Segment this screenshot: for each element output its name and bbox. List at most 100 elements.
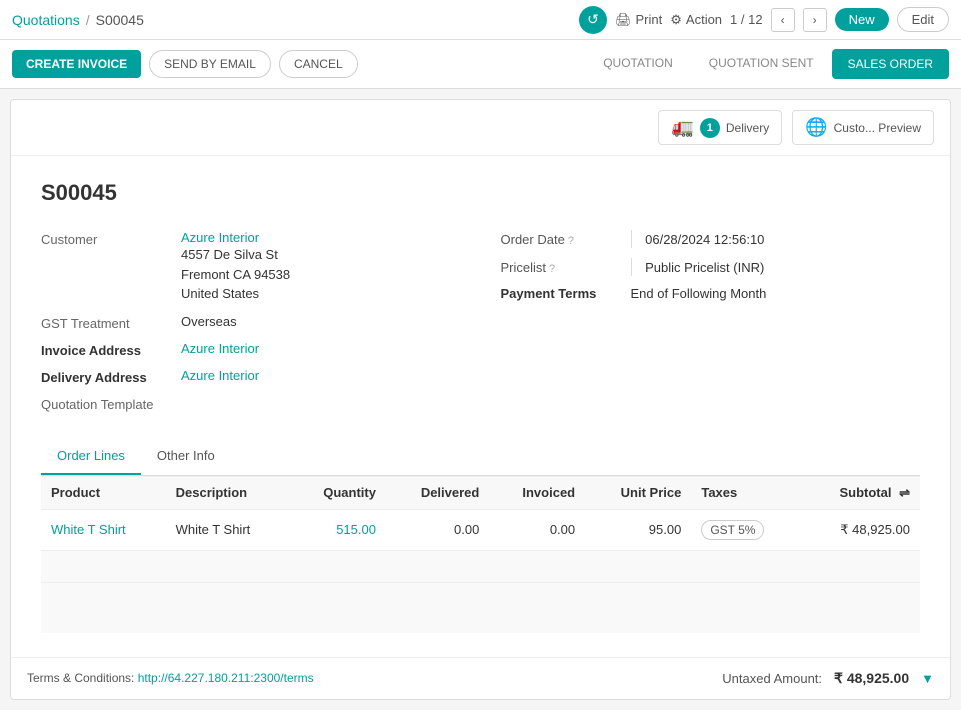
payment-terms-row: Payment Terms End of Following Month (501, 286, 921, 301)
tab-sales-order[interactable]: SALES ORDER (832, 49, 949, 79)
document-card: 🚛 1 Delivery 🌐 Custo... Preview S00045 C… (10, 99, 951, 700)
delivery-count: 1 (700, 118, 720, 138)
terms-label: Terms & Conditions: (27, 671, 134, 685)
tab-quotation-sent[interactable]: QUOTATION SENT (691, 48, 832, 80)
document-title: S00045 (41, 180, 920, 206)
delivered-cell: 0.00 (386, 509, 489, 550)
unit-price-cell: 95.00 (585, 509, 691, 550)
right-fields: Order Date? 06/28/2024 12:56:10 Pricelis… (481, 230, 921, 422)
delivery-icon: 🚛 (671, 117, 693, 138)
product-cell[interactable]: White T Shirt (41, 509, 166, 550)
order-date-value: 06/28/2024 12:56:10 (645, 232, 764, 247)
payment-terms-label: Payment Terms (501, 286, 621, 301)
taxes-cell: GST 5% (691, 509, 800, 550)
col-subtotal: Subtotal ⇌ (801, 476, 920, 509)
nav-counter: 1 / 12 (730, 12, 763, 27)
pricelist-help-icon: ? (549, 263, 555, 275)
col-product: Product (41, 476, 166, 509)
nav-prev-button[interactable]: ‹ (771, 8, 795, 32)
tabs: Order Lines Other Info (41, 438, 920, 476)
settings-icon[interactable]: ⇌ (899, 485, 910, 500)
col-description: Description (166, 476, 291, 509)
customer-label: Customer (41, 230, 181, 247)
terms-text: Terms & Conditions: http://64.227.180.21… (27, 671, 314, 685)
breadcrumb-separator: / (86, 12, 90, 28)
main-content: 🚛 1 Delivery 🌐 Custo... Preview S00045 C… (0, 89, 961, 710)
preview-label: Custo... Preview (834, 121, 921, 135)
table-row: White T Shirt White T Shirt 515.00 0.00 … (41, 509, 920, 550)
breadcrumb: Quotations / S00045 (12, 12, 569, 28)
col-quantity: Quantity (290, 476, 386, 509)
address-line1: 4557 De Silva St (181, 245, 290, 265)
untaxed-amount-value: ₹ 48,925.00 (834, 670, 909, 687)
delivery-smart-button[interactable]: 🚛 1 Delivery (658, 110, 782, 145)
subtotal-cell: ₹ 48,925.00 (801, 509, 920, 550)
pricelist-row: Pricelist? Public Pricelist (INR) (501, 258, 921, 276)
col-unit-price: Unit Price (585, 476, 691, 509)
order-lines: Product Description Quantity Delivered I… (41, 476, 920, 583)
create-invoice-button[interactable]: CREATE INVOICE (12, 50, 141, 78)
pricelist-label: Pricelist? (501, 260, 621, 275)
payment-terms-value: End of Following Month (631, 286, 767, 301)
send-by-email-button[interactable]: SEND BY EMAIL (149, 50, 271, 78)
order-date-help-icon: ? (568, 235, 574, 247)
fields-grid: Customer Azure Interior 4557 De Silva St… (41, 230, 920, 422)
delivery-address-label: Delivery Address (41, 368, 181, 385)
col-invoiced: Invoiced (489, 476, 585, 509)
nav-next-button[interactable]: › (803, 8, 827, 32)
gst-value: Overseas (181, 314, 237, 329)
customer-name[interactable]: Azure Interior (181, 230, 290, 245)
invoice-address-label: Invoice Address (41, 341, 181, 358)
invoice-address-value[interactable]: Azure Interior (181, 341, 259, 356)
invoiced-cell: 0.00 (489, 509, 585, 550)
totals-section: Untaxed Amount: ₹ 48,925.00 ▼ (722, 670, 934, 687)
order-date-label: Order Date? (501, 232, 621, 247)
empty-area (41, 583, 920, 633)
breadcrumb-parent[interactable]: Quotations (12, 12, 80, 28)
quotation-template-field-row: Quotation Template (41, 395, 481, 412)
gear-icon: ⚙ (670, 12, 682, 28)
cancel-button[interactable]: CANCEL (279, 50, 358, 78)
new-button[interactable]: New (835, 8, 889, 31)
printer-icon: 🖨 (615, 12, 632, 28)
order-date-row: Order Date? 06/28/2024 12:56:10 (501, 230, 921, 248)
preview-smart-button[interactable]: 🌐 Custo... Preview (792, 110, 934, 145)
tab-quotation[interactable]: QUOTATION (585, 48, 691, 80)
quantity-cell[interactable]: 515.00 (290, 509, 386, 550)
expand-icon[interactable]: ▼ (921, 671, 934, 686)
customer-field-row: Customer Azure Interior 4557 De Silva St… (41, 230, 481, 304)
terms-link[interactable]: http://64.227.180.211:2300/terms (138, 671, 314, 685)
gst-label: GST Treatment (41, 314, 181, 331)
col-delivered: Delivered (386, 476, 489, 509)
footer-row: Terms & Conditions: http://64.227.180.21… (11, 657, 950, 699)
order-lines-table: Product Description Quantity Delivered I… (41, 476, 920, 633)
customer-address: 4557 De Silva St Fremont CA 94538 United… (181, 245, 290, 304)
customer-value: Azure Interior 4557 De Silva St Fremont … (181, 230, 290, 304)
top-bar-actions: ↺ 🖨 Print ⚙ Action 1 / 12 ‹ › New Edit (579, 6, 949, 34)
untaxed-amount-label: Untaxed Amount: (722, 671, 822, 686)
delivery-address-value[interactable]: Azure Interior (181, 368, 259, 383)
address-line3: United States (181, 284, 290, 304)
empty-row-1 (41, 550, 920, 582)
print-button[interactable]: 🖨 Print (615, 12, 662, 28)
action-label: Action (686, 12, 722, 27)
pricelist-value: Public Pricelist (INR) (645, 260, 764, 275)
sync-button[interactable]: ↺ (579, 6, 607, 34)
tab-order-lines[interactable]: Order Lines (41, 438, 141, 475)
edit-button[interactable]: Edit (897, 7, 949, 32)
address-line2: Fremont CA 94538 (181, 265, 290, 285)
gst-field-row: GST Treatment Overseas (41, 314, 481, 331)
invoice-address-field-row: Invoice Address Azure Interior (41, 341, 481, 358)
form-body: S00045 Customer Azure Interior 4557 De S… (11, 156, 950, 657)
delivery-label: Delivery (726, 121, 769, 135)
delivery-address-field-row: Delivery Address Azure Interior (41, 368, 481, 385)
breadcrumb-current: S00045 (96, 12, 144, 28)
col-taxes: Taxes (691, 476, 800, 509)
action-button[interactable]: ⚙ Action (670, 12, 722, 28)
gst-badge: GST 5% (701, 520, 764, 540)
tab-other-info[interactable]: Other Info (141, 438, 231, 475)
top-bar: Quotations / S00045 ↺ 🖨 Print ⚙ Action 1… (0, 0, 961, 40)
status-tabs: QUOTATION QUOTATION SENT SALES ORDER (585, 48, 949, 80)
smart-buttons-row: 🚛 1 Delivery 🌐 Custo... Preview (11, 100, 950, 156)
print-label: Print (636, 12, 663, 27)
